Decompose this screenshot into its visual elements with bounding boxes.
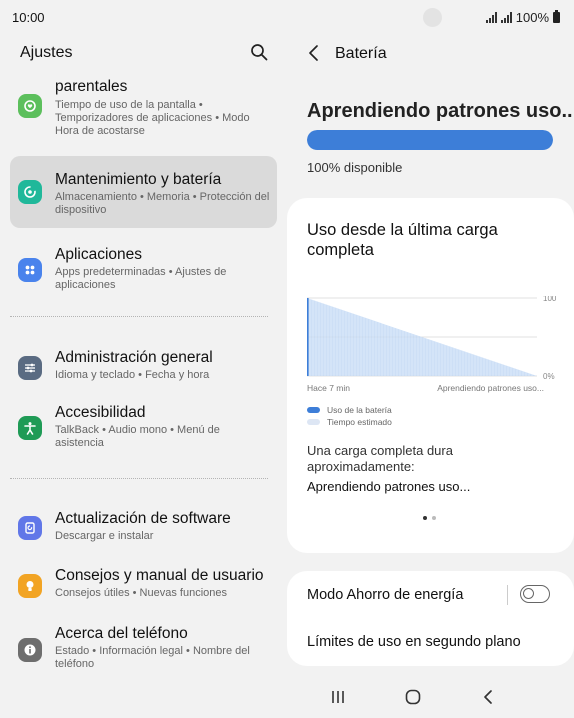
menu-item-software-update[interactable]: Actualización de software Descargar e in… [10,502,277,558]
menu-item-title: Administración general [55,349,213,366]
menu-item-device-care[interactable]: Mantenimiento y batería Almacenamiento •… [10,156,277,228]
toggle-separator [507,585,508,605]
settings-panel: Ajustes parentales Tiempo de uso de la p… [0,36,287,718]
options-card: Modo Ahorro de energía Límites de uso en… [287,571,574,666]
battery-title: Batería [335,45,387,62]
battery-level-fill [307,130,553,150]
page-indicator [423,516,436,520]
power-saving-toggle[interactable] [520,585,550,603]
menu-item-title: Actualización de software [55,510,231,527]
menu-item-title: Consejos y manual de usuario [55,567,264,584]
accessibility-icon [18,416,42,440]
menu-item-title: Aplicaciones [55,246,143,263]
battery-usage-chart: 100 0% [307,296,557,381]
legend-label: Tiempo estimado [327,417,392,427]
battery-panel: Batería Aprendiendo patrones uso... 100%… [287,36,574,718]
menu-item-subtitle: Descargar e instalar [55,530,154,542]
chart-y-tick-bottom: 0% [543,372,555,381]
power-saving-label[interactable]: Modo Ahorro de energía [307,587,463,603]
menu-item-title: Accesibilidad [55,404,146,421]
section-divider [10,478,268,479]
battery-icon [553,10,560,23]
settings-title: Ajustes [20,44,73,61]
battery-percent: 100% [515,10,549,25]
menu-item-title: parentales [55,78,128,95]
legend-label: Uso de la batería [327,405,392,415]
battery-status-title: Aprendiendo patrones uso... [307,100,574,122]
signal-icon [500,12,512,23]
page-dot [432,516,436,520]
menu-item-subtitle: Apps predeterminadas • Ajustes de aplica… [55,266,227,291]
menu-item-subtitle: Estado • Información legal • Nombre del … [55,645,250,670]
apps-icon [18,258,42,282]
legend-item-estimated: Tiempo estimado [307,416,392,428]
status-bar: 10:00 100% [0,0,574,36]
chart-legend: Uso de la batería Tiempo estimado [307,404,392,428]
camera-cutout [423,8,442,27]
sliders-icon [18,356,42,380]
legend-item-usage: Uso de la batería [307,404,392,416]
battery-level-bar [307,130,553,150]
chart-x-label-start: Hace 7 min [307,383,350,393]
full-charge-label: Una carga completa dura aproximadamente: [307,443,453,474]
menu-item-general-management[interactable]: Administración general Idioma y teclado … [10,340,277,396]
device-care-icon [18,180,42,204]
recent-apps-icon[interactable] [329,688,347,706]
software-update-icon [18,516,42,540]
search-icon[interactable] [250,43,268,61]
home-icon[interactable] [404,688,422,706]
menu-item-apps[interactable]: Aplicaciones Apps predeterminadas • Ajus… [10,236,277,308]
tips-icon [18,574,42,598]
navigation-bar [287,680,574,718]
section-divider [10,316,268,317]
usage-card[interactable]: Uso desde la última carga completa 100 0%… [287,198,574,553]
menu-item-subtitle: TalkBack • Audio mono • Menú de asistenc… [55,424,220,449]
usage-title: Uso desde la última carga completa [307,221,498,259]
full-charge-value: Aprendiendo patrones uso... [307,479,471,494]
legend-swatch [307,407,320,413]
info-icon [18,638,42,662]
status-indicators: 100% [485,10,560,25]
menu-item-about-phone[interactable]: Acerca del teléfono Estado • Información… [10,620,277,682]
battery-available: 100% disponible [307,160,403,175]
legend-swatch [307,419,320,425]
back-nav-icon[interactable] [479,688,497,706]
menu-item-parental-controls[interactable]: parentales Tiempo de uso de la pantalla … [10,76,277,148]
menu-item-subtitle: Consejos útiles • Nuevas funciones [55,587,227,599]
chart-y-tick-top: 100 [543,296,557,303]
menu-item-tips[interactable]: Consejos y manual de usuario Consejos út… [10,562,277,618]
toggle-knob [523,588,534,599]
parental-controls-icon [18,94,42,118]
back-arrow-icon[interactable] [307,44,321,62]
page-dot-active [423,516,427,520]
menu-item-title: Mantenimiento y batería [55,171,222,188]
background-limits-item[interactable]: Límites de uso en segundo plano [307,634,521,650]
status-time: 10:00 [12,10,45,25]
menu-item-title: Acerca del teléfono [55,625,188,642]
chart-x-label-end: Aprendiendo patrones uso... [437,383,544,393]
menu-item-subtitle: Idioma y teclado • Fecha y hora [55,369,210,381]
signal-icon [485,12,497,23]
menu-item-accessibility[interactable]: Accesibilidad TalkBack • Audio mono • Me… [10,398,277,460]
menu-item-subtitle: Almacenamiento • Memoria • Protección de… [55,191,270,216]
menu-item-subtitle: Tiempo de uso de la pantalla • Temporiza… [55,99,250,137]
